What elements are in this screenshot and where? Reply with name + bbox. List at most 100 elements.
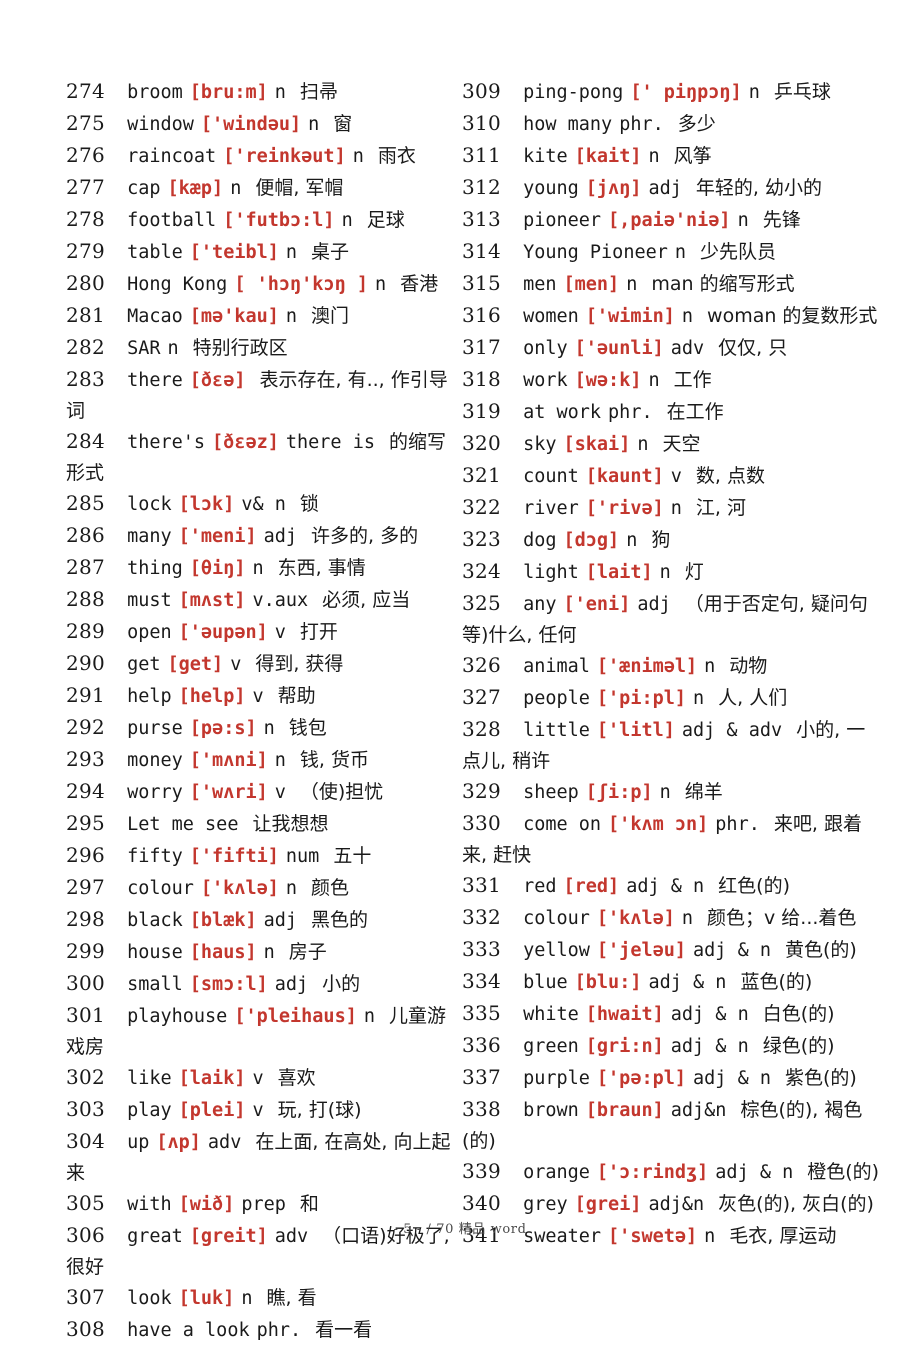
entry-part-of-speech: adj & n bbox=[693, 1068, 771, 1089]
entry-number: 279 bbox=[66, 239, 106, 263]
vocabulary-entry: 294 worry ['wʌri] v （使)担忧 bbox=[66, 776, 458, 808]
entry-word: work bbox=[523, 370, 568, 391]
entry-number: 302 bbox=[66, 1065, 106, 1089]
vocabulary-entry: 277 cap [kæp] n 便帽, 军帽 bbox=[66, 172, 458, 204]
vocabulary-entry: 308 have a look phr. 看一看 bbox=[66, 1314, 458, 1346]
vocabulary-entry: 329 sheep [ʃi:p] n 绵羊 bbox=[462, 776, 882, 808]
entry-part-of-speech: num bbox=[285, 846, 320, 867]
entry-part-of-speech: n bbox=[648, 146, 660, 167]
entry-number: 283 bbox=[66, 367, 106, 391]
entry-part-of-speech: phr. bbox=[608, 402, 653, 423]
entry-phonetic: [smɔ:l] bbox=[189, 974, 268, 995]
entry-word: help bbox=[127, 686, 172, 707]
entry-number: 297 bbox=[66, 875, 106, 899]
entry-phonetic: ['wimin] bbox=[585, 306, 675, 327]
entry-word: look bbox=[127, 1288, 172, 1309]
entry-definition: 钱, 货币 bbox=[299, 749, 369, 771]
entry-number: 326 bbox=[462, 653, 502, 677]
vocabulary-entry: 309 ping-pong [' piŋpɔŋ] n 乒乓球 bbox=[462, 76, 882, 108]
vocabulary-entry: 278 football ['futbɔ:l] n 足球 bbox=[66, 204, 458, 236]
entry-definition: 得到, 获得 bbox=[255, 653, 344, 675]
entry-number: 290 bbox=[66, 651, 106, 675]
entry-definition: 动物 bbox=[729, 655, 768, 677]
entry-number: 307 bbox=[66, 1285, 106, 1309]
vocabulary-entry: 283 there [ðɛə] 表示存在, 有.., 作引导词 bbox=[66, 364, 458, 426]
entry-number: 280 bbox=[66, 271, 106, 295]
vocabulary-entry: 274 broom [bru:m] n 扫帚 bbox=[66, 76, 458, 108]
entry-word: white bbox=[523, 1004, 579, 1025]
entry-definition: 房子 bbox=[288, 941, 327, 963]
entry-phonetic: [laik] bbox=[178, 1068, 246, 1089]
vocabulary-column-left: 274 broom [bru:m] n 扫帚 275 window ['windəu] n 窗 27… bbox=[66, 76, 458, 1346]
entry-word: fifty bbox=[127, 846, 183, 867]
entry-definition: 在上面, 在高处, 向上起来 bbox=[66, 1131, 451, 1184]
entry-phonetic: [gri:n] bbox=[585, 1036, 664, 1057]
entry-part-of-speech: n bbox=[374, 274, 387, 295]
vocabulary-entry: 331 red [red] adj & n 红色(的) bbox=[462, 870, 882, 902]
entry-part-of-speech: adj & n bbox=[670, 1036, 749, 1057]
entry-phonetic: [ʌp] bbox=[156, 1132, 201, 1153]
entry-part-of-speech: v bbox=[252, 1100, 264, 1121]
entry-number: 310 bbox=[462, 111, 502, 135]
entry-definition: 和 bbox=[299, 1193, 319, 1215]
entry-definition: 少先队员 bbox=[700, 241, 777, 263]
entry-part-of-speech: n bbox=[659, 562, 671, 583]
vocabulary-entry: 295 Let me see 让我想想 bbox=[66, 808, 458, 840]
entry-number: 304 bbox=[66, 1129, 106, 1153]
entry-definition: 蓝色(的) bbox=[740, 971, 813, 993]
vocabulary-entry: 303 play [plei] v 玩, 打(球) bbox=[66, 1094, 458, 1126]
vocabulary-entry: 326 animal ['æniməl] n 动物 bbox=[462, 650, 882, 682]
vocabulary-entry: 286 many ['meni] adj 许多的, 多的 bbox=[66, 520, 458, 552]
entry-number: 323 bbox=[462, 527, 502, 551]
vocabulary-entry: 323 dog [dɔg] n 狗 bbox=[462, 524, 882, 556]
entry-phonetic: [red] bbox=[563, 876, 620, 897]
entry-part-of-speech: n bbox=[659, 782, 671, 803]
entry-number: 330 bbox=[462, 811, 502, 835]
entry-word: play bbox=[127, 1100, 172, 1121]
vocabulary-entry: 313 pioneer [,paiə'niə] n 先锋 bbox=[462, 204, 882, 236]
entry-phonetic: [,paiə'niə] bbox=[608, 210, 731, 231]
entry-number: 319 bbox=[462, 399, 502, 423]
entry-definition: 雨衣 bbox=[377, 145, 416, 167]
entry-definition: 五十 bbox=[333, 845, 372, 867]
entry-phonetic: [wið] bbox=[178, 1194, 235, 1215]
vocabulary-entry: 290 get [get] v 得到, 获得 bbox=[66, 648, 458, 680]
entry-phonetic: ['ɔ:rindʒ] bbox=[596, 1162, 709, 1183]
entry-part-of-speech: n bbox=[704, 656, 716, 677]
entry-number: 301 bbox=[66, 1003, 106, 1027]
entry-part-of-speech: adj&n bbox=[670, 1100, 727, 1121]
entry-definition: 工作 bbox=[673, 369, 712, 391]
entry-definition: 东西, 事情 bbox=[277, 557, 366, 579]
entry-definition: 黑色的 bbox=[311, 909, 369, 931]
entry-number: 286 bbox=[66, 523, 106, 547]
entry-part-of-speech: adj bbox=[263, 910, 298, 931]
entry-phonetic: ['pə:pl] bbox=[596, 1068, 687, 1089]
entry-phonetic: ['rivə] bbox=[585, 498, 664, 519]
entry-word: thing bbox=[127, 558, 183, 579]
entry-phonetic: [help] bbox=[178, 686, 246, 707]
entry-phonetic: [kæp] bbox=[167, 178, 224, 199]
entry-phonetic: [ðɛə] bbox=[189, 370, 246, 391]
entry-phonetic: ['əupən] bbox=[178, 622, 268, 643]
entry-word: table bbox=[127, 242, 183, 263]
entry-part-of-speech: n bbox=[648, 370, 660, 391]
entry-definition: 黄色(的) bbox=[784, 939, 857, 961]
vocabulary-entry: 282 SAR n 特别行政区 bbox=[66, 332, 458, 364]
entry-number: 324 bbox=[462, 559, 502, 583]
entry-phonetic: [θiŋ] bbox=[189, 558, 246, 579]
entry-word: like bbox=[127, 1068, 172, 1089]
entry-number: 331 bbox=[462, 873, 502, 897]
entry-number: 312 bbox=[462, 175, 502, 199]
document-page: 274 broom [bru:m] n 扫帚 275 window ['windəu] n 窗 27… bbox=[0, 0, 920, 1341]
entry-definition: 狗 bbox=[651, 529, 671, 551]
vocabulary-entry: 289 open ['əupən] v 打开 bbox=[66, 616, 458, 648]
entry-number: 298 bbox=[66, 907, 106, 931]
entry-definition: 足球 bbox=[366, 209, 405, 231]
entry-definition: 表示存在, 有.., 作引导词 bbox=[66, 369, 448, 422]
entry-phonetic: [' piŋpɔŋ] bbox=[630, 82, 742, 103]
entry-phonetic: [bru:m] bbox=[189, 82, 268, 103]
entry-word: blue bbox=[523, 972, 568, 993]
entry-number: 333 bbox=[462, 937, 502, 961]
entry-definition: 颜色；v 给...着色 bbox=[707, 907, 857, 929]
vocabulary-entry: 276 raincoat ['reinkəut] n 雨衣 bbox=[66, 140, 458, 172]
